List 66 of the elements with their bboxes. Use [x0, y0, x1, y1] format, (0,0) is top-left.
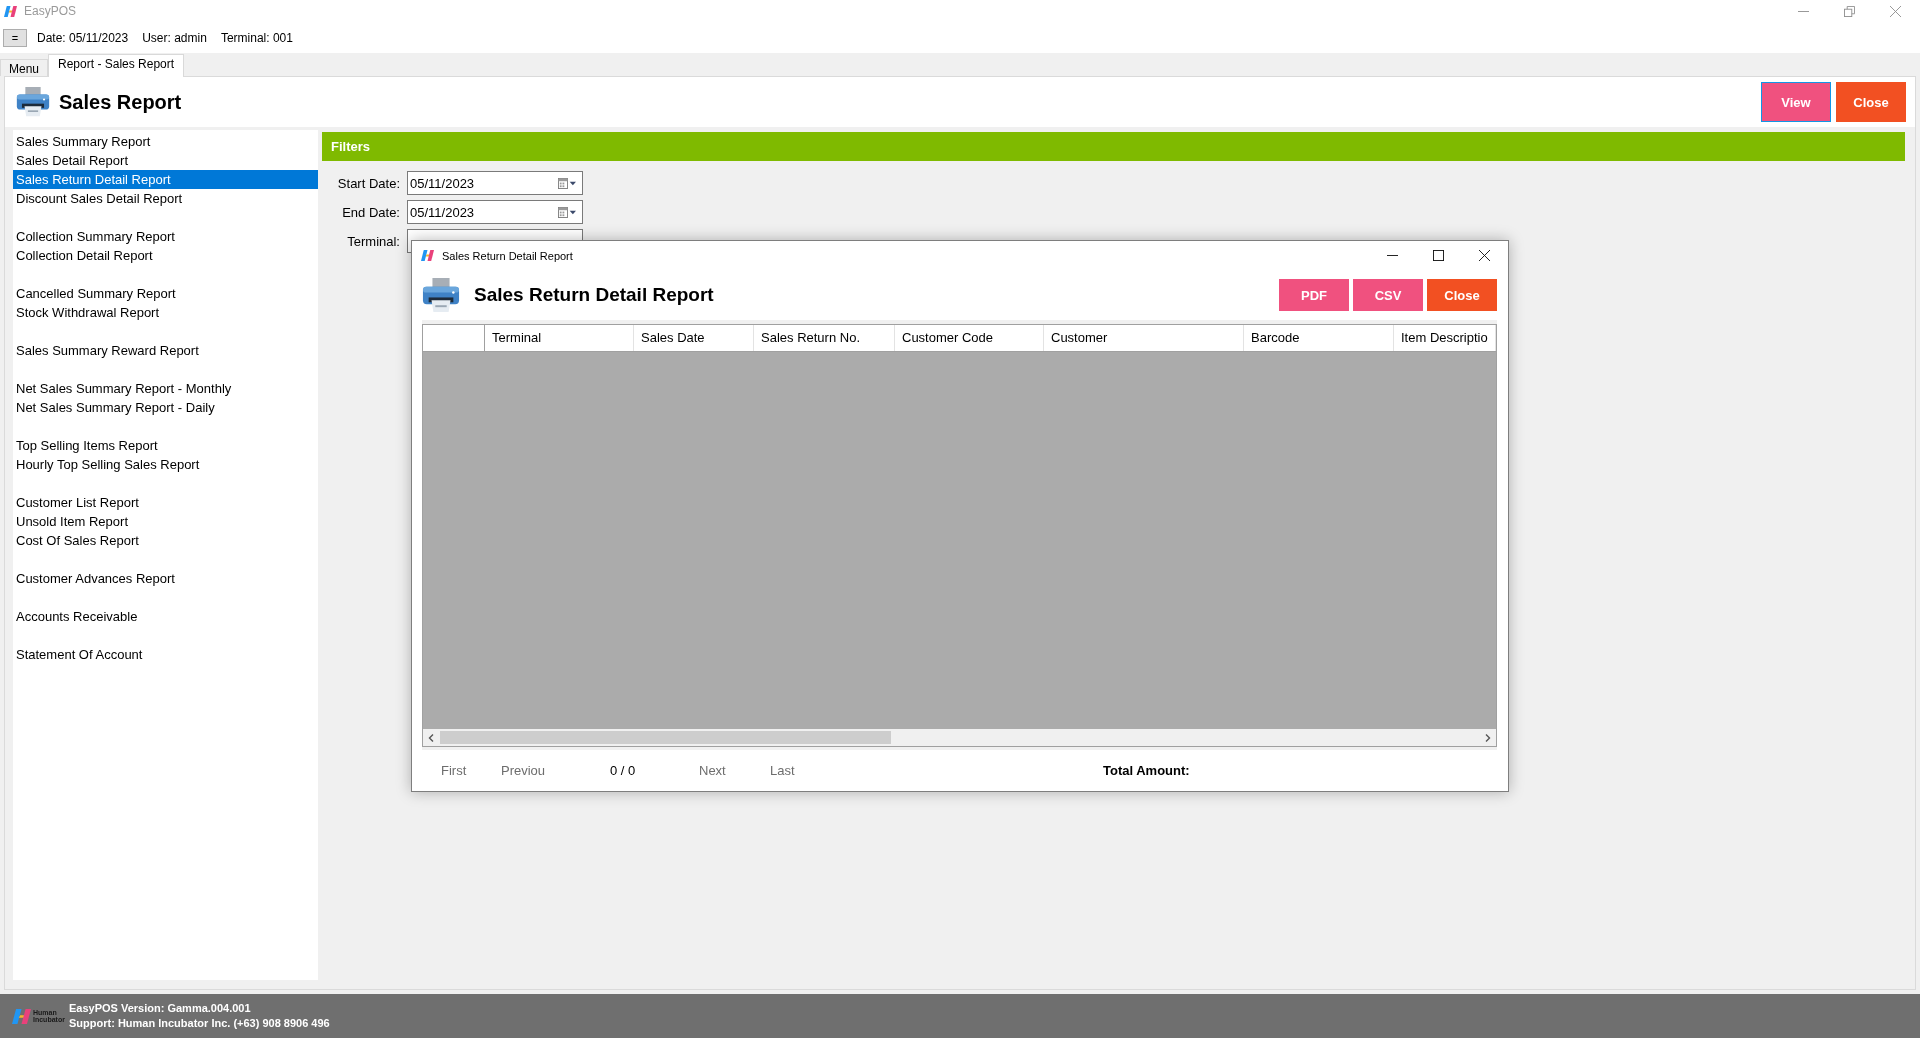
- report-list-item[interactable]: Sales Summary Reward Report: [13, 341, 318, 360]
- report-list-item[interactable]: Net Sales Summary Report - Daily: [13, 398, 318, 417]
- total-amount-label: Total Amount:: [1103, 763, 1190, 778]
- report-list-item[interactable]: Sales Summary Report: [13, 132, 318, 151]
- dialog-title: Sales Return Detail Report: [442, 249, 573, 262]
- report-list-item[interactable]: Unsold Item Report: [13, 512, 318, 531]
- report-list-item[interactable]: Accounts Receivable: [13, 607, 318, 626]
- tab[interactable]: Menu: [0, 59, 49, 76]
- close-icon[interactable]: [1479, 250, 1490, 261]
- user-text: User: admin: [142, 30, 207, 45]
- scroll-right-icon[interactable]: [1485, 733, 1491, 742]
- scrollbar-thumb[interactable]: [440, 731, 891, 744]
- printer-icon: [422, 277, 460, 313]
- report-list-item[interactable]: Collection Summary Report: [13, 227, 318, 246]
- field-label: End Date:: [341, 204, 400, 220]
- last-button[interactable]: Last: [770, 763, 795, 778]
- date-text: Date: 05/11/2023: [37, 30, 129, 45]
- horizontal-scrollbar[interactable]: [423, 729, 1496, 746]
- report-list-item[interactable]: Stock Withdrawal Report: [13, 303, 318, 322]
- terminal-text: Terminal: 001: [220, 30, 293, 45]
- printer-icon: [16, 87, 50, 117]
- report-list-item[interactable]: Discount Sales Detail Report: [13, 189, 318, 208]
- next-button[interactable]: Next: [699, 763, 726, 778]
- column-header[interactable]: Customer: [1044, 325, 1244, 351]
- close-button[interactable]: Close: [1836, 82, 1906, 122]
- maximize-icon[interactable]: [1433, 250, 1444, 261]
- calendar-dropdown-icon[interactable]: [558, 206, 576, 218]
- date-field[interactable]: 05/11/2023: [407, 171, 583, 195]
- column-header[interactable]: Customer Code: [895, 325, 1044, 351]
- company-logo-icon: [12, 1008, 31, 1024]
- filters-header: Filters: [322, 132, 1905, 161]
- page-title: Sales Report: [59, 90, 182, 114]
- app-logo-icon: [4, 5, 17, 17]
- field-label: Start Date:: [336, 175, 400, 191]
- previous-button[interactable]: Previou: [501, 763, 546, 778]
- column-header[interactable]: Barcode: [1244, 325, 1394, 351]
- column-header[interactable]: Item Descriptio: [1394, 325, 1496, 351]
- window-title: EasyPOS: [24, 4, 77, 18]
- report-list-item[interactable]: Hourly Top Selling Sales Report: [13, 455, 318, 474]
- support-text: Support: Human Incubator Inc. (+63) 908 8906 496: [69, 1016, 330, 1031]
- app-logo-icon: [421, 250, 434, 261]
- column-header[interactable]: Terminal: [485, 325, 634, 351]
- report-list-item[interactable]: Sales Return Detail Report: [13, 170, 318, 189]
- calendar-dropdown-icon[interactable]: [558, 177, 576, 189]
- column-header[interactable]: Sales Date: [634, 325, 754, 351]
- column-header[interactable]: Sales Return No.: [754, 325, 895, 351]
- report-list-item[interactable]: Customer Advances Report: [13, 569, 318, 588]
- first-button[interactable]: First: [441, 763, 467, 778]
- page-count: 0 / 0: [610, 763, 636, 778]
- report-list-item[interactable]: Customer List Report: [13, 493, 318, 512]
- report-list-item[interactable]: Top Selling Items Report: [13, 436, 318, 455]
- tab[interactable]: Report - Sales Report: [48, 54, 185, 77]
- report-list-item[interactable]: Collection Detail Report: [13, 246, 318, 265]
- close-button[interactable]: Close: [1427, 279, 1497, 311]
- dialog-heading: Sales Return Detail Report: [474, 284, 714, 306]
- report-list-item[interactable]: Cost Of Sales Report: [13, 531, 318, 550]
- restore-icon[interactable]: [1844, 5, 1855, 17]
- scroll-left-icon[interactable]: [428, 733, 434, 742]
- version-text: EasyPOS Version: Gamma.004.001: [69, 1001, 252, 1016]
- report-list-item[interactable]: Sales Detail Report: [13, 151, 318, 170]
- report-list-item[interactable]: Statement Of Account: [13, 645, 318, 664]
- report-list-item[interactable]: Net Sales Summary Report - Monthly: [13, 379, 318, 398]
- menu-button[interactable]: =: [3, 28, 27, 47]
- field-label: Terminal:: [346, 233, 400, 249]
- date-field[interactable]: 05/11/2023: [407, 200, 583, 224]
- report-list-item[interactable]: Cancelled Summary Report: [13, 284, 318, 303]
